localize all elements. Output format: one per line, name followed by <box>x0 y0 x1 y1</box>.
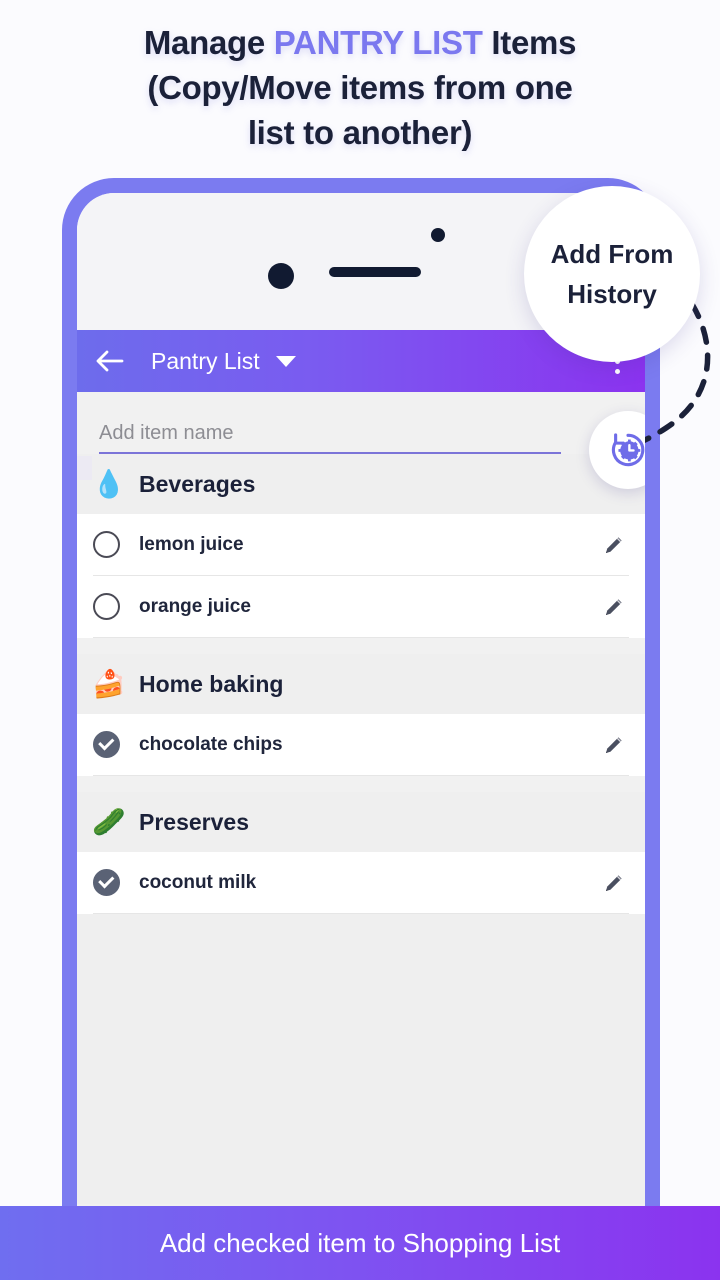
headline-accent: PANTRY LIST <box>273 24 483 61</box>
pickle-jar-icon: 🥒 <box>92 806 126 837</box>
volume-button-gap <box>77 456 92 480</box>
item-label: chocolate chips <box>139 733 283 755</box>
headline-line-1: Manage PANTRY LIST Items <box>0 20 720 65</box>
back-arrow-icon[interactable] <box>93 344 127 378</box>
section-divider <box>77 638 645 654</box>
section-header-beverages[interactable]: 💧 Beverages <box>77 454 645 514</box>
headline-line-1-post: Items <box>482 24 577 61</box>
bottom-banner: Add checked item to Shopping List <box>0 1206 720 1280</box>
section-title: Beverages <box>139 470 256 497</box>
headline-line-3: list to another) <box>247 114 473 151</box>
list-item[interactable]: chocolate chips <box>93 714 629 776</box>
section-items-preserves: coconut milk <box>77 852 645 914</box>
item-checkbox[interactable] <box>93 731 120 758</box>
edit-pencil-icon[interactable] <box>599 871 629 895</box>
add-from-history-fab[interactable] <box>589 411 645 489</box>
cake-slice-icon: 🍰 <box>92 668 126 699</box>
proximity-sensor-icon <box>431 228 445 242</box>
callout-line-2: History <box>567 279 657 309</box>
history-restore-icon <box>611 433 645 467</box>
app-bar-title: Pantry List <box>151 347 260 374</box>
item-label: orange juice <box>139 595 251 617</box>
add-item-input[interactable] <box>99 422 561 454</box>
callout-line-1: Add From <box>550 239 674 269</box>
bottom-banner-text: Add checked item to Shopping List <box>159 1227 561 1258</box>
item-checkbox[interactable] <box>93 593 120 620</box>
section-title: Preserves <box>139 808 249 835</box>
item-label: coconut milk <box>139 871 257 893</box>
item-label: lemon juice <box>139 533 244 555</box>
add-item-row <box>77 392 645 454</box>
list-item[interactable]: lemon juice <box>93 514 629 576</box>
chevron-down-icon[interactable] <box>275 355 296 367</box>
headline-line-1-pre: Manage <box>143 24 274 61</box>
item-checkbox[interactable] <box>93 531 120 558</box>
section-header-preserves[interactable]: 🥒 Preserves <box>77 792 645 852</box>
item-checkbox[interactable] <box>93 869 120 896</box>
edit-pencil-icon[interactable] <box>599 533 629 557</box>
edit-pencil-icon[interactable] <box>599 733 629 757</box>
section-title: Home baking <box>139 670 284 697</box>
section-header-home-baking[interactable]: 🍰 Home baking <box>77 654 645 714</box>
pantry-list: 💧 Beverages lemon juice orange juice 🍰 H… <box>77 454 645 1204</box>
page-title: Manage PANTRY LIST Items (Copy/Move item… <box>0 20 720 155</box>
add-from-history-callout: Add From History <box>524 186 700 362</box>
earpiece-speaker <box>329 267 421 277</box>
section-items-beverages: lemon juice orange juice <box>77 514 645 638</box>
section-divider <box>77 776 645 792</box>
kebab-dot <box>614 368 620 374</box>
water-droplet-icon: 💧 <box>92 468 126 499</box>
edit-pencil-icon[interactable] <box>599 595 629 619</box>
list-item[interactable]: coconut milk <box>93 852 629 914</box>
front-camera-icon <box>268 263 294 289</box>
list-item[interactable]: orange juice <box>93 576 629 638</box>
list-empty-space <box>77 914 645 1204</box>
headline-line-2: (Copy/Move items from one <box>147 69 573 106</box>
section-items-home-baking: chocolate chips <box>77 714 645 776</box>
